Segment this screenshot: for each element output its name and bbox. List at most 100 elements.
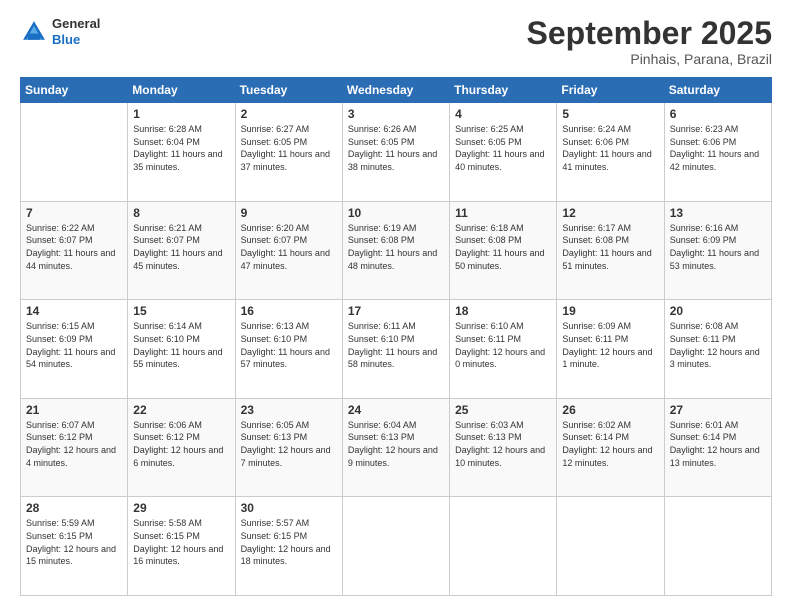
calendar-week-row: 7 Sunrise: 6:22 AMSunset: 6:07 PMDaylight… xyxy=(21,201,772,300)
table-row: 18 Sunrise: 6:10 AMSunset: 6:11 PMDayligh… xyxy=(450,300,557,399)
table-row: 24 Sunrise: 6:04 AMSunset: 6:13 PMDayligh… xyxy=(342,398,449,497)
logo-blue-text: Blue xyxy=(52,32,100,48)
table-row: 26Sunrise: 6:02 AMSunset: 6:14 PMDayligh… xyxy=(557,398,664,497)
cell-sun-info: Sunrise: 6:06 AMSunset: 6:12 PMDaylight:… xyxy=(133,419,229,469)
cell-sun-info: Sunrise: 6:17 AMSunset: 6:08 PMDaylight:… xyxy=(562,222,658,272)
location: Pinhais, Parana, Brazil xyxy=(527,51,772,67)
col-wednesday: Wednesday xyxy=(342,78,449,103)
day-number: 21 xyxy=(26,403,122,417)
table-row xyxy=(557,497,664,596)
table-row: 8 Sunrise: 6:21 AMSunset: 6:07 PMDaylight… xyxy=(128,201,235,300)
table-row: 28 Sunrise: 5:59 AMSunset: 6:15 PMDayligh… xyxy=(21,497,128,596)
table-row: 13Sunrise: 6:16 AMSunset: 6:09 PMDayligh… xyxy=(664,201,771,300)
table-row: 25Sunrise: 6:03 AMSunset: 6:13 PMDayligh… xyxy=(450,398,557,497)
logo-general-text: General xyxy=(52,16,100,32)
day-number: 26 xyxy=(562,403,658,417)
table-row: 16Sunrise: 6:13 AMSunset: 6:10 PMDayligh… xyxy=(235,300,342,399)
cell-sun-info: Sunrise: 6:23 AMSunset: 6:06 PMDaylight:… xyxy=(670,123,766,173)
day-number: 8 xyxy=(133,206,229,220)
col-monday: Monday xyxy=(128,78,235,103)
day-number: 11 xyxy=(455,206,551,220)
table-row: 27 Sunrise: 6:01 AMSunset: 6:14 PMDayligh… xyxy=(664,398,771,497)
table-row: 4Sunrise: 6:25 AMSunset: 6:05 PMDaylight… xyxy=(450,103,557,202)
logo-text: General Blue xyxy=(52,16,100,47)
table-row: 19 Sunrise: 6:09 AMSunset: 6:11 PMDayligh… xyxy=(557,300,664,399)
table-row: 6Sunrise: 6:23 AMSunset: 6:06 PMDaylight… xyxy=(664,103,771,202)
cell-sun-info: Sunrise: 6:05 AMSunset: 6:13 PMDaylight:… xyxy=(241,419,337,469)
table-row: 17 Sunrise: 6:11 AMSunset: 6:10 PMDayligh… xyxy=(342,300,449,399)
day-number: 1 xyxy=(133,107,229,121)
calendar-table: Sunday Monday Tuesday Wednesday Thursday… xyxy=(20,77,772,596)
col-friday: Friday xyxy=(557,78,664,103)
table-row: 29 Sunrise: 5:58 AMSunset: 6:15 PMDayligh… xyxy=(128,497,235,596)
day-number: 2 xyxy=(241,107,337,121)
table-row: 21 Sunrise: 6:07 AMSunset: 6:12 PMDayligh… xyxy=(21,398,128,497)
cell-sun-info: Sunrise: 6:08 AMSunset: 6:11 PMDaylight:… xyxy=(670,320,766,370)
month-title: September 2025 xyxy=(527,16,772,51)
day-number: 23 xyxy=(241,403,337,417)
cell-sun-info: Sunrise: 6:18 AMSunset: 6:08 PMDaylight:… xyxy=(455,222,551,272)
day-number: 27 xyxy=(670,403,766,417)
col-thursday: Thursday xyxy=(450,78,557,103)
page: General Blue September 2025 Pinhais, Par… xyxy=(0,0,792,612)
cell-sun-info: Sunrise: 6:01 AMSunset: 6:14 PMDaylight:… xyxy=(670,419,766,469)
cell-sun-info: Sunrise: 6:15 AMSunset: 6:09 PMDaylight:… xyxy=(26,320,122,370)
table-row: 11 Sunrise: 6:18 AMSunset: 6:08 PMDayligh… xyxy=(450,201,557,300)
day-number: 13 xyxy=(670,206,766,220)
day-number: 22 xyxy=(133,403,229,417)
cell-sun-info: Sunrise: 6:09 AMSunset: 6:11 PMDaylight:… xyxy=(562,320,658,370)
day-number: 24 xyxy=(348,403,444,417)
cell-sun-info: Sunrise: 6:10 AMSunset: 6:11 PMDaylight:… xyxy=(455,320,551,370)
calendar-week-row: 14 Sunrise: 6:15 AMSunset: 6:09 PMDayligh… xyxy=(21,300,772,399)
cell-sun-info: Sunrise: 5:59 AMSunset: 6:15 PMDaylight:… xyxy=(26,517,122,567)
cell-sun-info: Sunrise: 6:28 AMSunset: 6:04 PMDaylight:… xyxy=(133,123,229,173)
day-number: 4 xyxy=(455,107,551,121)
col-saturday: Saturday xyxy=(664,78,771,103)
table-row: 2 Sunrise: 6:27 AMSunset: 6:05 PMDaylight… xyxy=(235,103,342,202)
cell-sun-info: Sunrise: 6:04 AMSunset: 6:13 PMDaylight:… xyxy=(348,419,444,469)
cell-sun-info: Sunrise: 6:21 AMSunset: 6:07 PMDaylight:… xyxy=(133,222,229,272)
table-row: 9 Sunrise: 6:20 AMSunset: 6:07 PMDaylight… xyxy=(235,201,342,300)
day-number: 20 xyxy=(670,304,766,318)
cell-sun-info: Sunrise: 6:27 AMSunset: 6:05 PMDaylight:… xyxy=(241,123,337,173)
table-row: 22 Sunrise: 6:06 AMSunset: 6:12 PMDayligh… xyxy=(128,398,235,497)
table-row: 15Sunrise: 6:14 AMSunset: 6:10 PMDayligh… xyxy=(128,300,235,399)
calendar-header-row: Sunday Monday Tuesday Wednesday Thursday… xyxy=(21,78,772,103)
day-number: 7 xyxy=(26,206,122,220)
cell-sun-info: Sunrise: 5:58 AMSunset: 6:15 PMDaylight:… xyxy=(133,517,229,567)
day-number: 18 xyxy=(455,304,551,318)
cell-sun-info: Sunrise: 6:11 AMSunset: 6:10 PMDaylight:… xyxy=(348,320,444,370)
day-number: 9 xyxy=(241,206,337,220)
day-number: 16 xyxy=(241,304,337,318)
table-row: 7 Sunrise: 6:22 AMSunset: 6:07 PMDaylight… xyxy=(21,201,128,300)
table-row: 14 Sunrise: 6:15 AMSunset: 6:09 PMDayligh… xyxy=(21,300,128,399)
day-number: 14 xyxy=(26,304,122,318)
calendar-week-row: 1 Sunrise: 6:28 AMSunset: 6:04 PMDaylight… xyxy=(21,103,772,202)
table-row: 30Sunrise: 5:57 AMSunset: 6:15 PMDayligh… xyxy=(235,497,342,596)
cell-sun-info: Sunrise: 6:22 AMSunset: 6:07 PMDaylight:… xyxy=(26,222,122,272)
day-number: 28 xyxy=(26,501,122,515)
table-row: 20 Sunrise: 6:08 AMSunset: 6:11 PMDayligh… xyxy=(664,300,771,399)
table-row xyxy=(21,103,128,202)
table-row: 3Sunrise: 6:26 AMSunset: 6:05 PMDaylight… xyxy=(342,103,449,202)
cell-sun-info: Sunrise: 6:26 AMSunset: 6:05 PMDaylight:… xyxy=(348,123,444,173)
logo: General Blue xyxy=(20,16,100,47)
cell-sun-info: Sunrise: 6:24 AMSunset: 6:06 PMDaylight:… xyxy=(562,123,658,173)
day-number: 17 xyxy=(348,304,444,318)
calendar-week-row: 28 Sunrise: 5:59 AMSunset: 6:15 PMDayligh… xyxy=(21,497,772,596)
table-row xyxy=(664,497,771,596)
table-row: 12Sunrise: 6:17 AMSunset: 6:08 PMDayligh… xyxy=(557,201,664,300)
table-row: 10Sunrise: 6:19 AMSunset: 6:08 PMDayligh… xyxy=(342,201,449,300)
cell-sun-info: Sunrise: 6:20 AMSunset: 6:07 PMDaylight:… xyxy=(241,222,337,272)
day-number: 19 xyxy=(562,304,658,318)
day-number: 30 xyxy=(241,501,337,515)
table-row: 1 Sunrise: 6:28 AMSunset: 6:04 PMDaylight… xyxy=(128,103,235,202)
day-number: 5 xyxy=(562,107,658,121)
day-number: 10 xyxy=(348,206,444,220)
cell-sun-info: Sunrise: 6:14 AMSunset: 6:10 PMDaylight:… xyxy=(133,320,229,370)
day-number: 25 xyxy=(455,403,551,417)
day-number: 29 xyxy=(133,501,229,515)
cell-sun-info: Sunrise: 6:07 AMSunset: 6:12 PMDaylight:… xyxy=(26,419,122,469)
logo-icon xyxy=(20,18,48,46)
table-row: 5 Sunrise: 6:24 AMSunset: 6:06 PMDaylight… xyxy=(557,103,664,202)
